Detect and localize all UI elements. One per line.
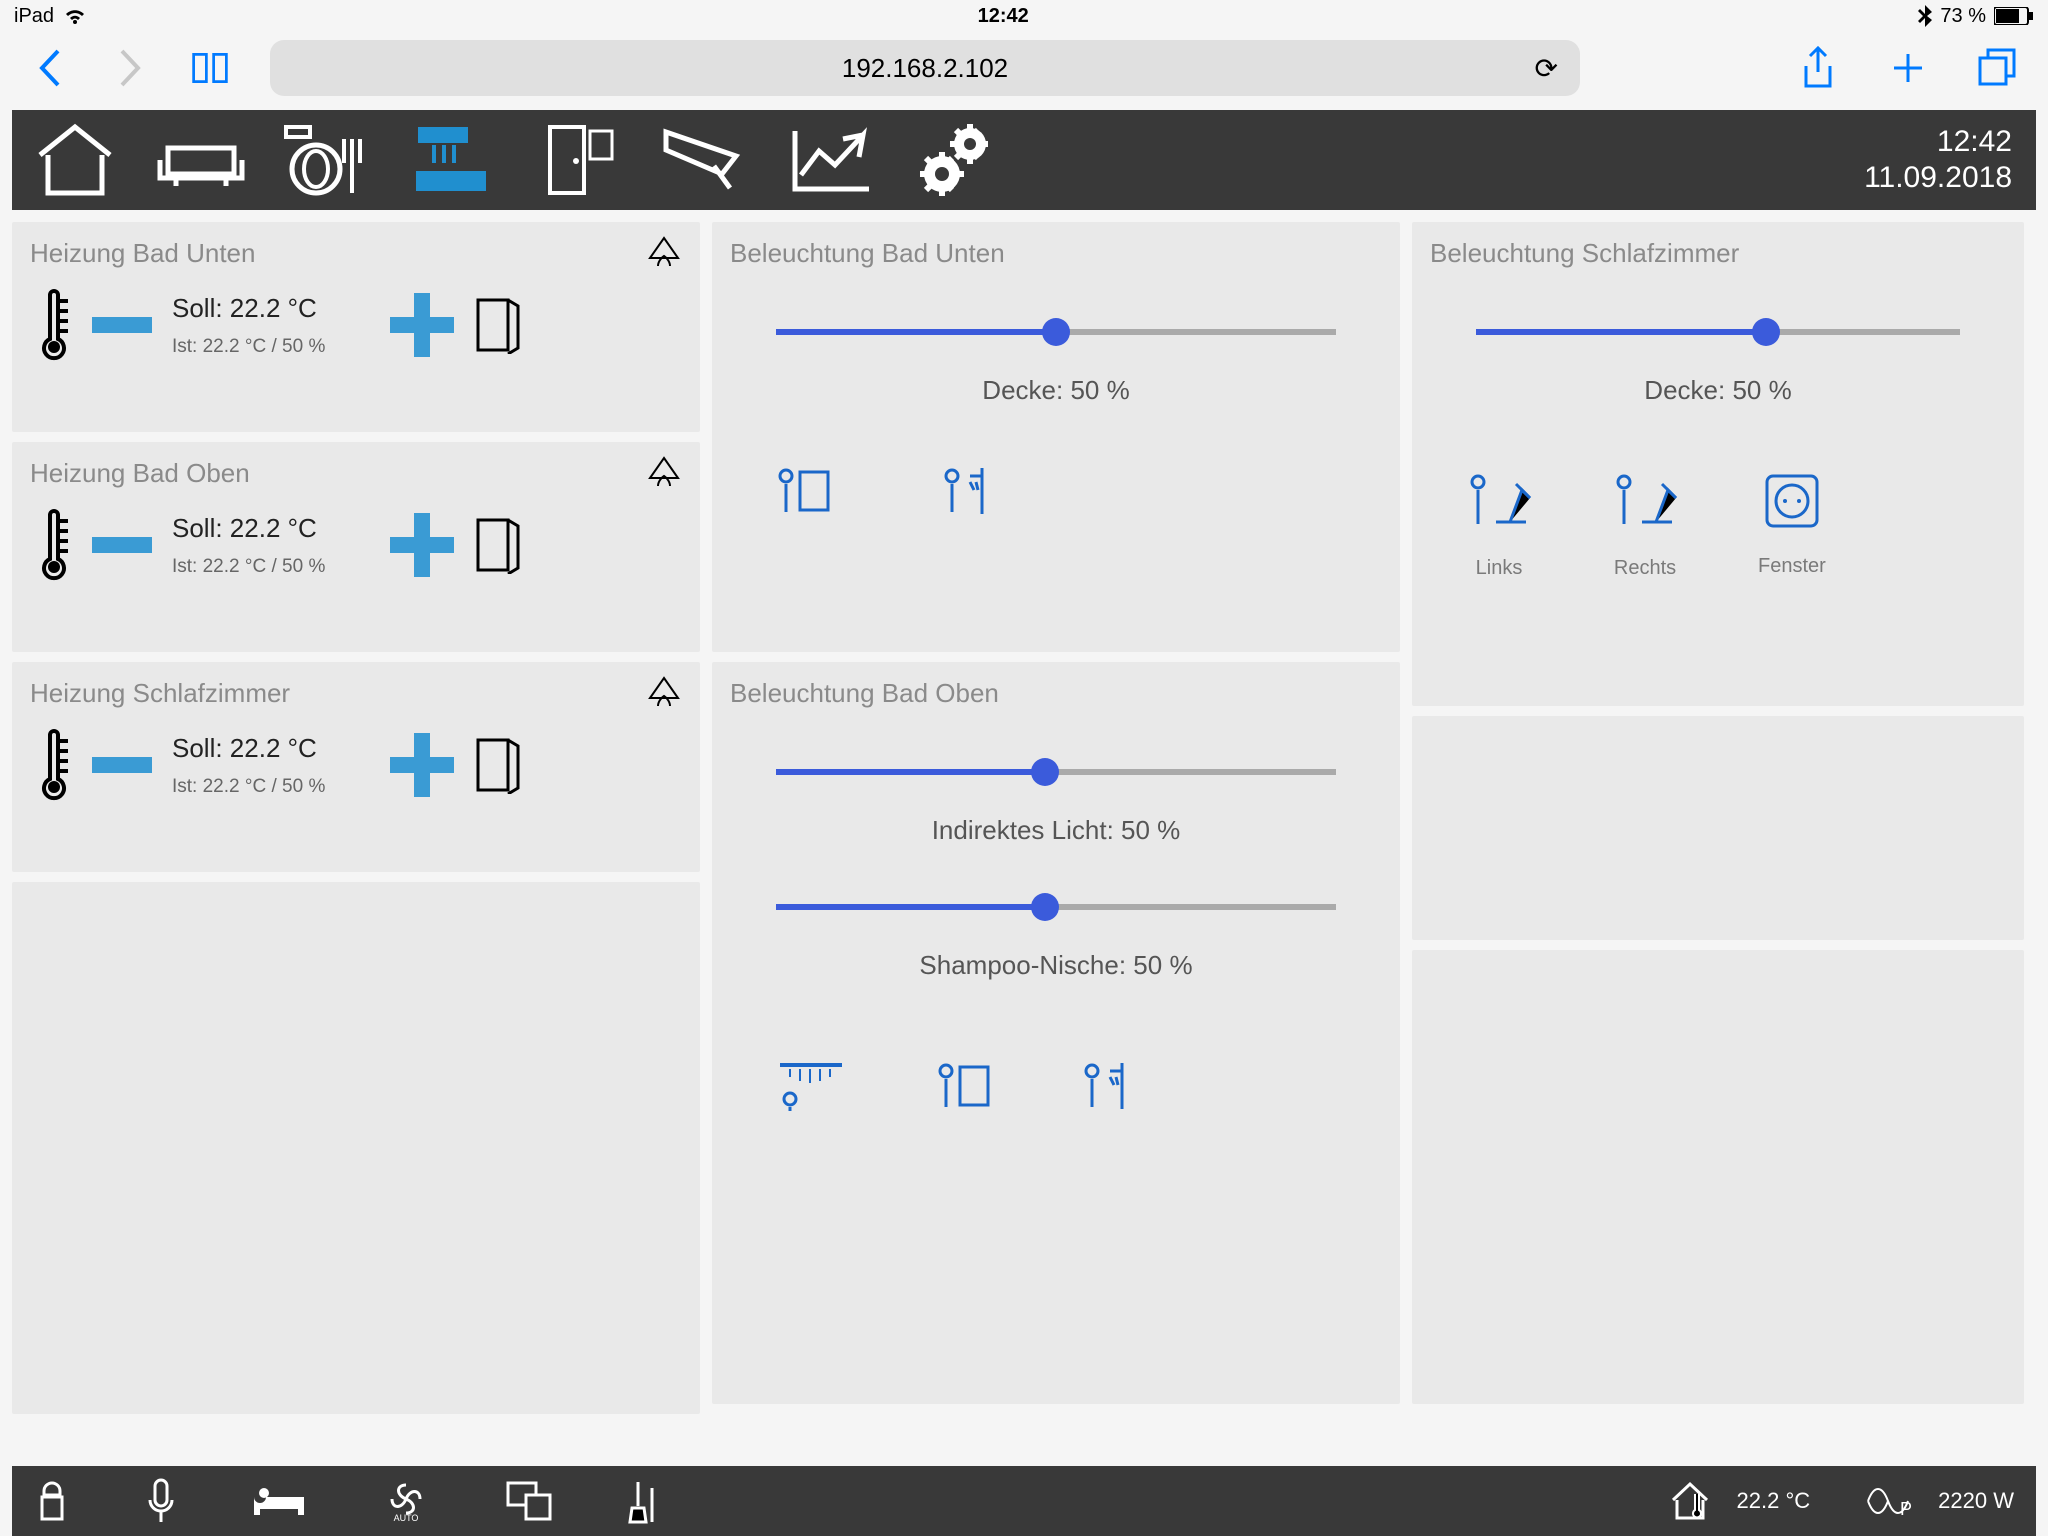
flame-icon (646, 456, 682, 492)
battery-pct: 73 % (1940, 5, 1986, 28)
lamp-right-icon[interactable] (1612, 472, 1678, 532)
nav-datetime: 12:42 11.09.2018 (1864, 124, 2018, 196)
svg-text:P: P (1900, 1499, 1912, 1519)
lamp-left-icon[interactable] (1466, 472, 1532, 532)
safari-toolbar: 192.168.2.102 ⟳ (0, 32, 2048, 104)
tile-heating-bad-unten: Heizung Bad Unten Soll: 22.2 °C Ist: 22.… (12, 222, 700, 432)
increase-button[interactable] (390, 513, 454, 577)
bluetooth-icon (1918, 5, 1932, 27)
tile-light-bad-unten: Beleuchtung Bad Unten Decke: 50 % (712, 222, 1400, 652)
nav-living-icon[interactable] (156, 120, 246, 200)
tile-light-bad-oben: Beleuchtung Bad Oben Indirektes Licht: 5… (712, 662, 1400, 1404)
window-icon[interactable] (472, 516, 522, 574)
shower-light-icon[interactable] (942, 464, 998, 518)
slider-decke-bu[interactable] (776, 329, 1336, 335)
devices-icon[interactable] (506, 1481, 552, 1521)
window-icon[interactable] (472, 736, 522, 794)
share-button[interactable] (1798, 48, 1838, 88)
ios-status-bar: iPad 12:42 73 % (0, 0, 2048, 32)
mirror-light-icon[interactable] (936, 1059, 992, 1113)
tile-empty-1 (12, 882, 700, 1414)
footer-temp: 22.2 °C (1737, 1488, 1811, 1514)
back-button[interactable] (30, 48, 70, 88)
tabs-button[interactable] (1978, 48, 2018, 88)
forward-button (110, 48, 150, 88)
nav-kitchen-icon[interactable] (282, 120, 372, 200)
decrease-button[interactable] (90, 733, 154, 797)
footer-power: 2220 W (1938, 1488, 2014, 1514)
thermometer-icon (38, 289, 72, 361)
bed-icon[interactable] (252, 1481, 306, 1521)
tile-empty-3 (1412, 950, 2024, 1404)
tile-light-schlafzimmer: Beleuchtung Schlafzimmer Decke: 50 % Lin… (1412, 222, 2024, 706)
house-temp-icon (1669, 1480, 1711, 1522)
decrease-button[interactable] (90, 513, 154, 577)
tile-heating-schlafzimmer: Heizung Schlafzimmer Soll: 22.2 °C Ist: … (12, 662, 700, 872)
window-icon[interactable] (472, 296, 522, 354)
flame-icon (646, 676, 682, 712)
thermometer-icon (38, 729, 72, 801)
nav-chart-icon[interactable] (786, 120, 876, 200)
device-label: iPad (14, 5, 54, 28)
slider-indirekt[interactable] (776, 769, 1336, 775)
increase-button[interactable] (390, 733, 454, 797)
nav-settings-icon[interactable] (912, 120, 1002, 200)
fan-icon[interactable]: AUTO (382, 1479, 430, 1523)
key-icon[interactable] (34, 1479, 70, 1523)
mirror-light-icon[interactable] (776, 464, 832, 518)
nav-home-icon[interactable] (30, 120, 120, 200)
bookmarks-button[interactable] (190, 48, 230, 88)
decrease-button[interactable] (90, 293, 154, 357)
new-tab-button[interactable] (1888, 48, 1928, 88)
slider-decke-sz[interactable] (1476, 329, 1960, 335)
url-field[interactable]: 192.168.2.102 ⟳ (270, 40, 1580, 96)
app-footer: AUTO 22.2 °C P 2220 W (12, 1466, 2036, 1536)
slider-shampoo[interactable] (776, 904, 1336, 910)
flame-icon (646, 236, 682, 272)
app-navbar: 12:42 11.09.2018 (12, 110, 2036, 210)
svg-text:AUTO: AUTO (394, 1513, 419, 1523)
battery-icon (1994, 7, 2034, 25)
increase-button[interactable] (390, 293, 454, 357)
nav-camera-icon[interactable] (660, 120, 750, 200)
socket-icon[interactable] (1763, 472, 1821, 530)
tile-heating-bad-oben: Heizung Bad Oben Soll: 22.2 °C Ist: 22.2… (12, 442, 700, 652)
power-icon: P (1866, 1481, 1912, 1521)
status-time: 12:42 (978, 5, 1029, 28)
shower-light-icon[interactable] (1082, 1059, 1138, 1113)
mic-icon[interactable] (146, 1478, 176, 1524)
reload-icon[interactable]: ⟳ (1535, 52, 1558, 85)
nav-bath-icon[interactable] (408, 120, 498, 200)
nav-door-icon[interactable] (534, 120, 624, 200)
tile-empty-2 (1412, 716, 2024, 940)
wifi-icon (62, 6, 88, 26)
cleaning-icon[interactable] (628, 1478, 664, 1524)
ceiling-spots-icon[interactable] (776, 1059, 846, 1113)
thermometer-icon (38, 509, 72, 581)
